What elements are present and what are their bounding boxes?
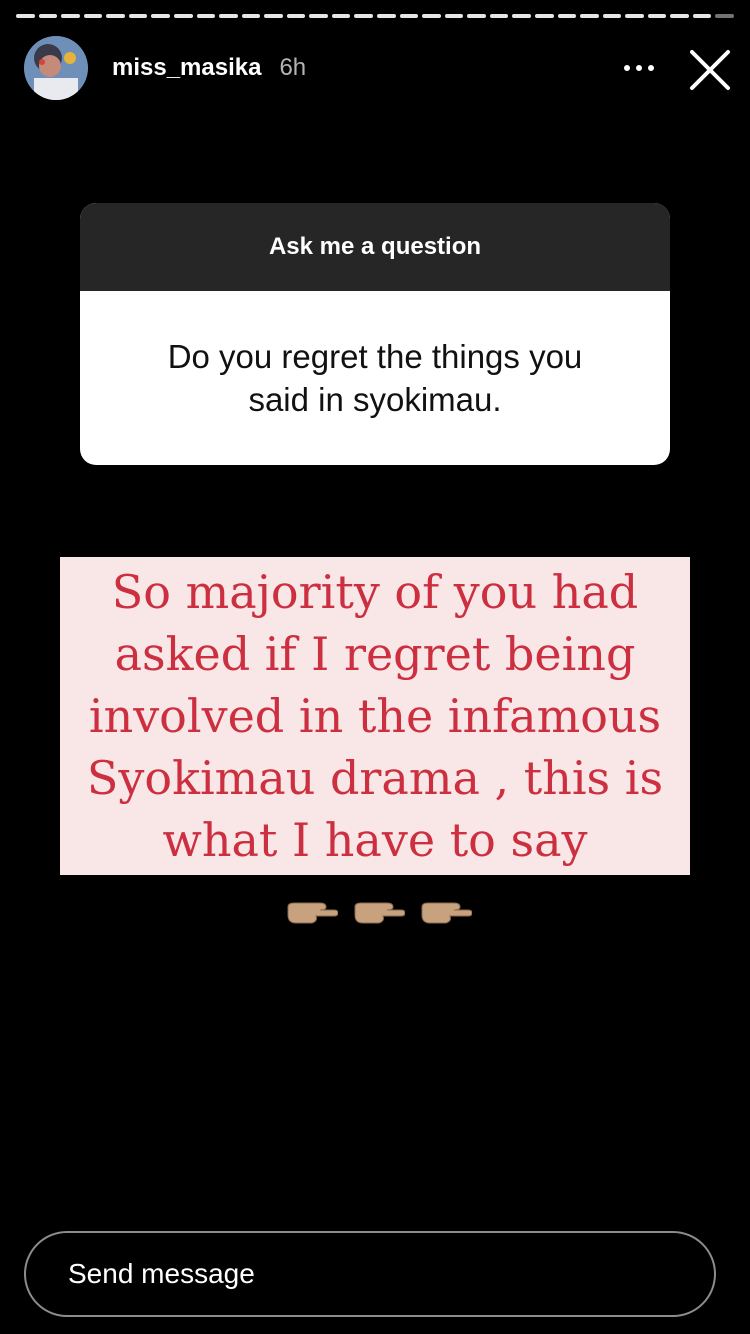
progress-segment [151, 14, 170, 18]
post-time: 6h [279, 54, 307, 81]
progress-segment [61, 14, 80, 18]
progress-segment [264, 14, 283, 18]
progress-segment [715, 14, 734, 18]
progress-segment [196, 14, 216, 18]
close-icon[interactable] [688, 48, 732, 92]
progress-segment [692, 14, 712, 18]
note-text: So majority of you had asked if I regret… [86, 565, 664, 867]
progress-segment [625, 14, 644, 18]
progress-segment [534, 14, 554, 18]
question-sticker-title: Ask me a question [80, 203, 670, 291]
progress-segment [647, 14, 667, 18]
progress-segment [557, 14, 577, 18]
progress-segment [331, 14, 351, 18]
progress-segment [512, 14, 531, 18]
story-header: miss_masika 6h [24, 36, 734, 100]
progress-segment [309, 14, 328, 18]
progress-segment [128, 14, 148, 18]
progress-segment [286, 14, 306, 18]
progress-segment [467, 14, 486, 18]
avatar-image [24, 36, 88, 100]
progress-segment [422, 14, 441, 18]
send-message-placeholder: Send message [68, 1258, 255, 1289]
progress-segment [173, 14, 193, 18]
progress-segment [489, 14, 509, 18]
pointing-right-hand-icon [286, 875, 472, 937]
question-sticker[interactable]: Ask me a question Do you regret the thin… [80, 203, 670, 465]
progress-segment [670, 14, 689, 18]
progress-segment [219, 14, 238, 18]
story-progress-bar [16, 14, 734, 18]
progress-segment [602, 14, 622, 18]
progress-segment [444, 14, 464, 18]
progress-segment [106, 14, 125, 18]
text-note-image: So majority of you had asked if I regret… [60, 557, 690, 924]
progress-segment [241, 14, 261, 18]
username[interactable]: miss_masika [112, 54, 261, 82]
send-message-input[interactable]: Send message [24, 1231, 716, 1317]
progress-segment [83, 14, 103, 18]
progress-segment [38, 14, 58, 18]
progress-segment [354, 14, 373, 18]
more-horizontal-icon[interactable] [614, 48, 664, 88]
progress-segment [377, 14, 396, 18]
progress-segment [399, 14, 419, 18]
question-text: Do you regret the things you said in syo… [167, 338, 583, 418]
progress-segment [16, 14, 35, 18]
avatar[interactable] [24, 36, 88, 100]
progress-segment [580, 14, 599, 18]
